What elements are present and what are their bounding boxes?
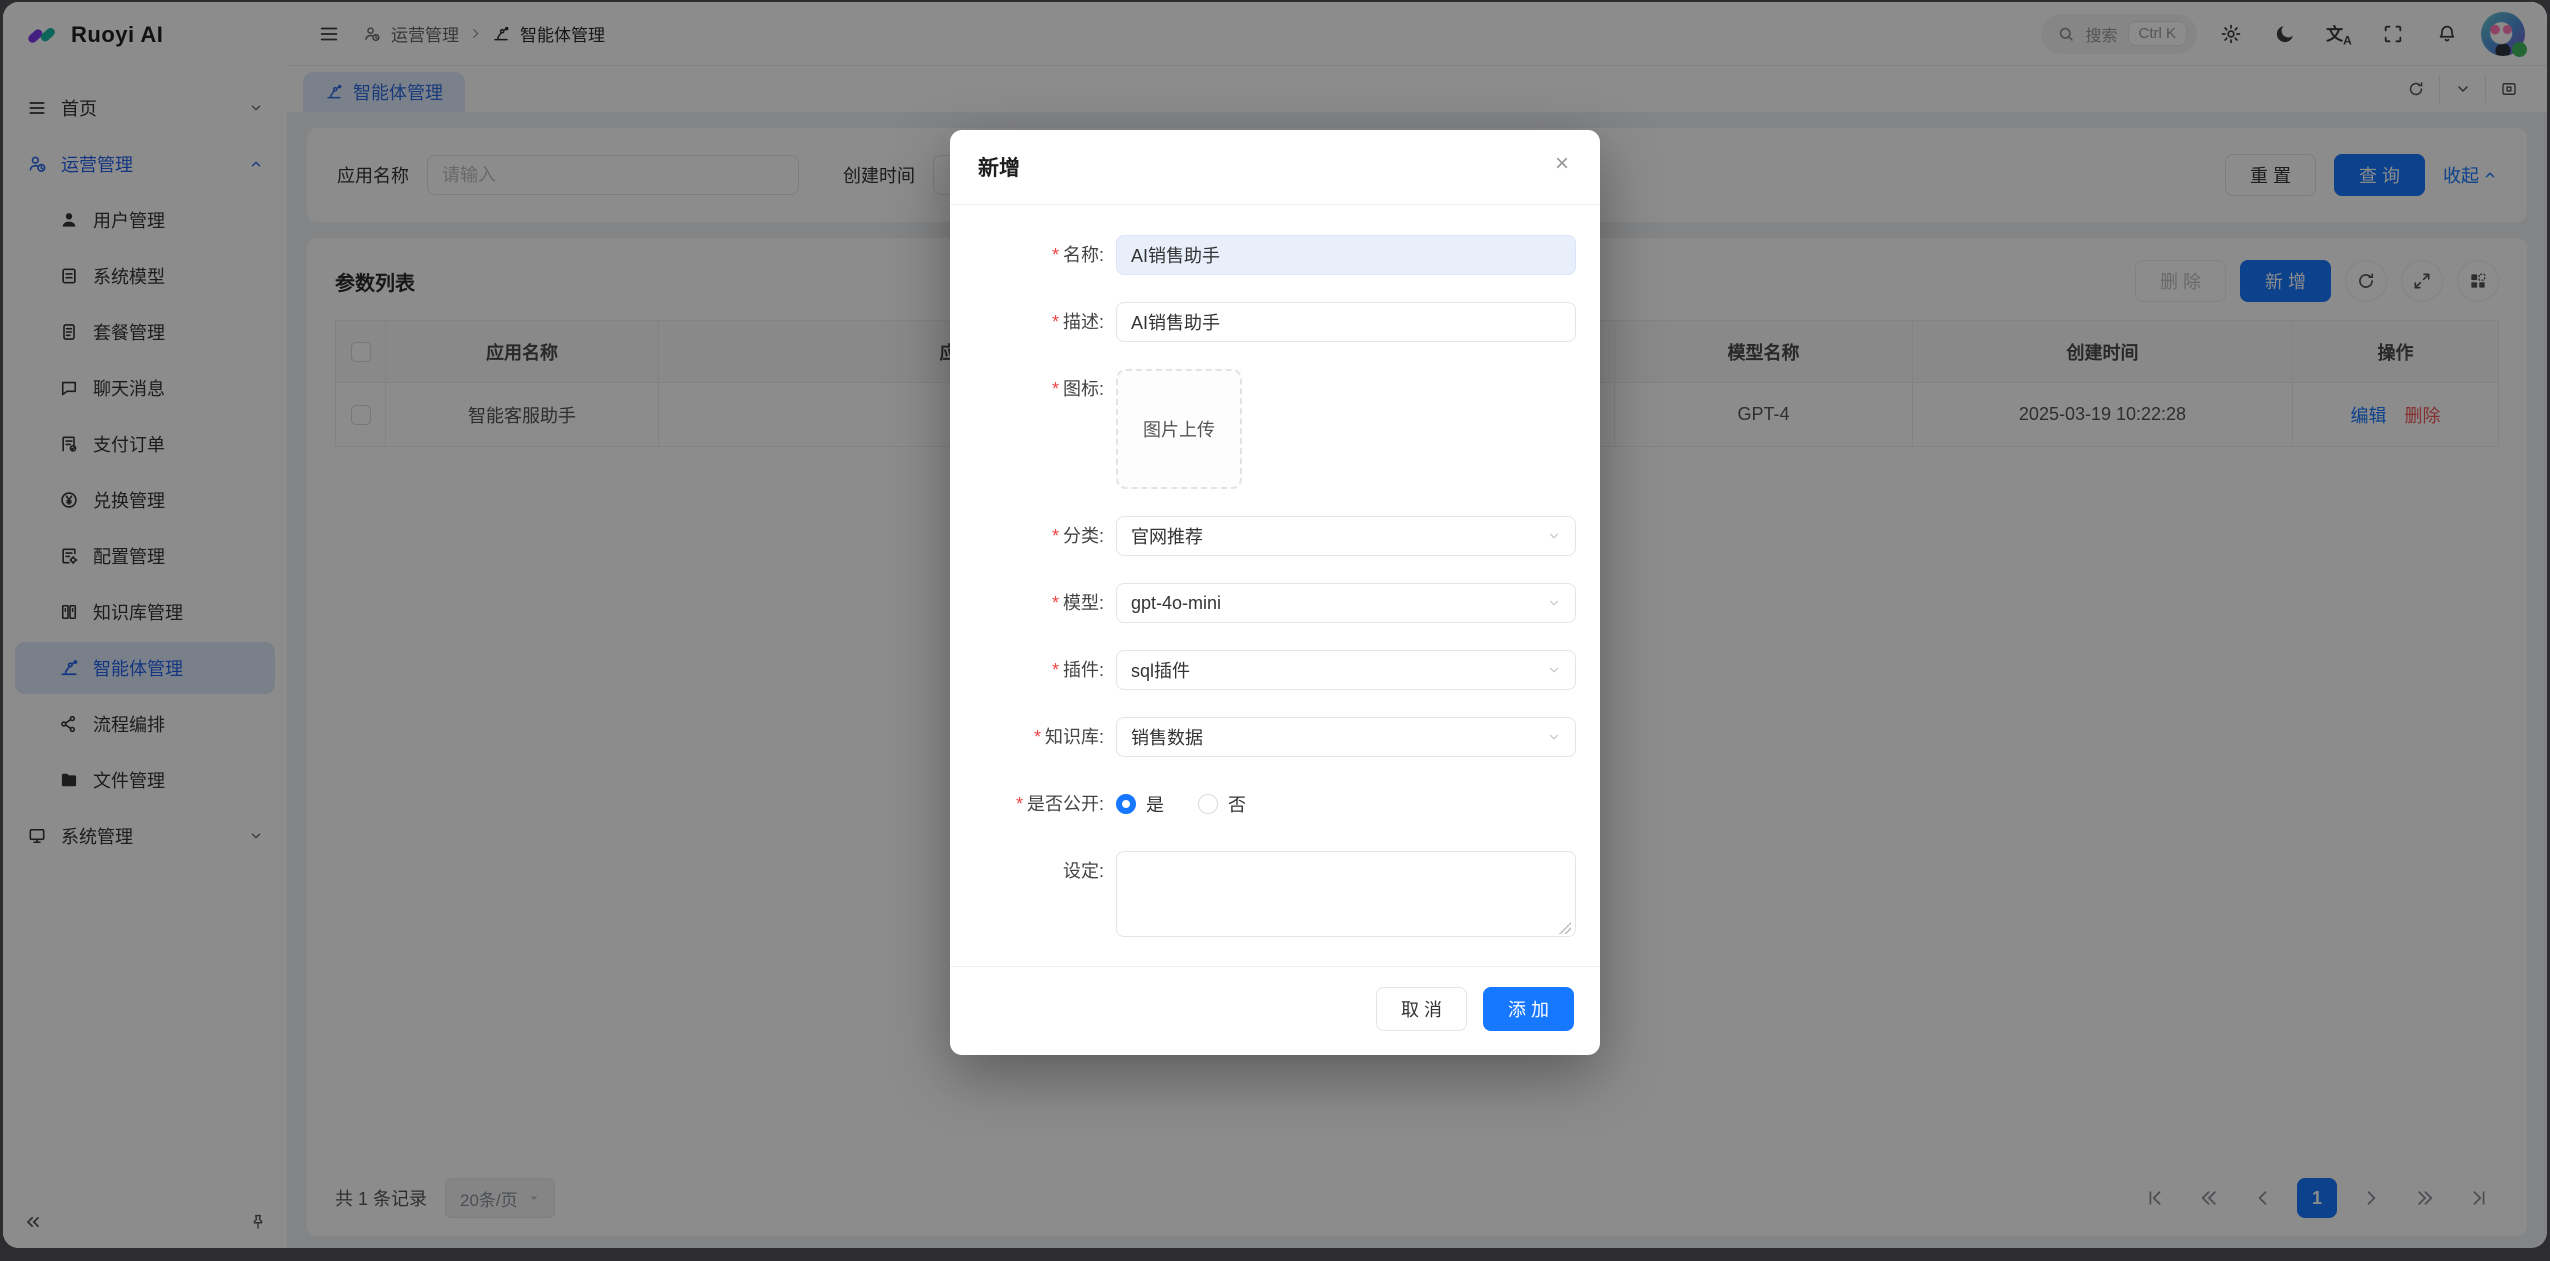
icon-label: 图标: [958, 369, 1116, 409]
description-label: 描述: [958, 302, 1116, 342]
radio-yes-label: 是 [1146, 791, 1164, 817]
category-value: 官网推荐 [1131, 523, 1203, 549]
image-upload-box[interactable]: 图片上传 [1116, 369, 1242, 489]
chevron-down-icon [1547, 730, 1561, 744]
add-agent-modal: 新增 × 名称: 描述: 图标: 图片上传 [950, 130, 1600, 1055]
setting-textarea[interactable] [1116, 851, 1576, 937]
form-row-public: 是否公开: 是 否 [958, 784, 1576, 824]
knowledge-base-label: 知识库: [958, 717, 1116, 757]
form-row-description: 描述: [958, 302, 1576, 342]
modal-body: 名称: 描述: 图标: 图片上传 分类: [950, 205, 1600, 966]
model-value: gpt-4o-mini [1131, 593, 1221, 614]
form-row-knowledge-base: 知识库: 销售数据 [958, 717, 1576, 757]
model-label: 模型: [958, 583, 1116, 623]
form-row-name: 名称: [958, 235, 1576, 275]
knowledge-base-select[interactable]: 销售数据 [1116, 717, 1576, 757]
app-window: Ruoyi AI 首页 运营管理 用户管理 [3, 2, 2547, 1248]
form-row-icon: 图标: 图片上传 [958, 369, 1576, 489]
form-row-plugin: 插件: sql插件 [958, 650, 1576, 690]
modal-title: 新增 [978, 157, 1020, 180]
category-label: 分类: [958, 516, 1116, 556]
chevron-down-icon [1547, 596, 1561, 610]
radio-selected-icon [1116, 794, 1136, 814]
upload-text: 图片上传 [1143, 416, 1215, 442]
radio-public-no[interactable]: 否 [1198, 791, 1246, 817]
radio-public-yes[interactable]: 是 [1116, 791, 1164, 817]
resize-grip-icon[interactable] [1559, 922, 1571, 934]
name-input[interactable] [1116, 235, 1576, 275]
close-icon[interactable]: × [1546, 148, 1578, 180]
modal-header: 新增 × [950, 130, 1600, 205]
plugin-label: 插件: [958, 650, 1116, 690]
submit-add-button[interactable]: 添 加 [1483, 987, 1574, 1031]
description-input[interactable] [1116, 302, 1576, 342]
plugin-value: sql插件 [1131, 657, 1190, 683]
form-row-category: 分类: 官网推荐 [958, 516, 1576, 556]
radio-unselected-icon [1198, 794, 1218, 814]
modal-footer: 取 消 添 加 [950, 966, 1600, 1055]
chevron-down-icon [1547, 663, 1561, 677]
setting-label: 设定: [958, 851, 1116, 891]
public-label: 是否公开: [958, 784, 1116, 824]
category-select[interactable]: 官网推荐 [1116, 516, 1576, 556]
radio-no-label: 否 [1228, 791, 1246, 817]
form-row-setting: 设定: [958, 851, 1576, 942]
name-label: 名称: [958, 235, 1116, 275]
plugin-select[interactable]: sql插件 [1116, 650, 1576, 690]
model-select[interactable]: gpt-4o-mini [1116, 583, 1576, 623]
screen: Ruoyi AI 首页 运营管理 用户管理 [0, 0, 2550, 1261]
knowledge-base-value: 销售数据 [1131, 724, 1203, 750]
chevron-down-icon [1547, 529, 1561, 543]
cancel-button[interactable]: 取 消 [1376, 987, 1467, 1031]
form-row-model: 模型: gpt-4o-mini [958, 583, 1576, 623]
